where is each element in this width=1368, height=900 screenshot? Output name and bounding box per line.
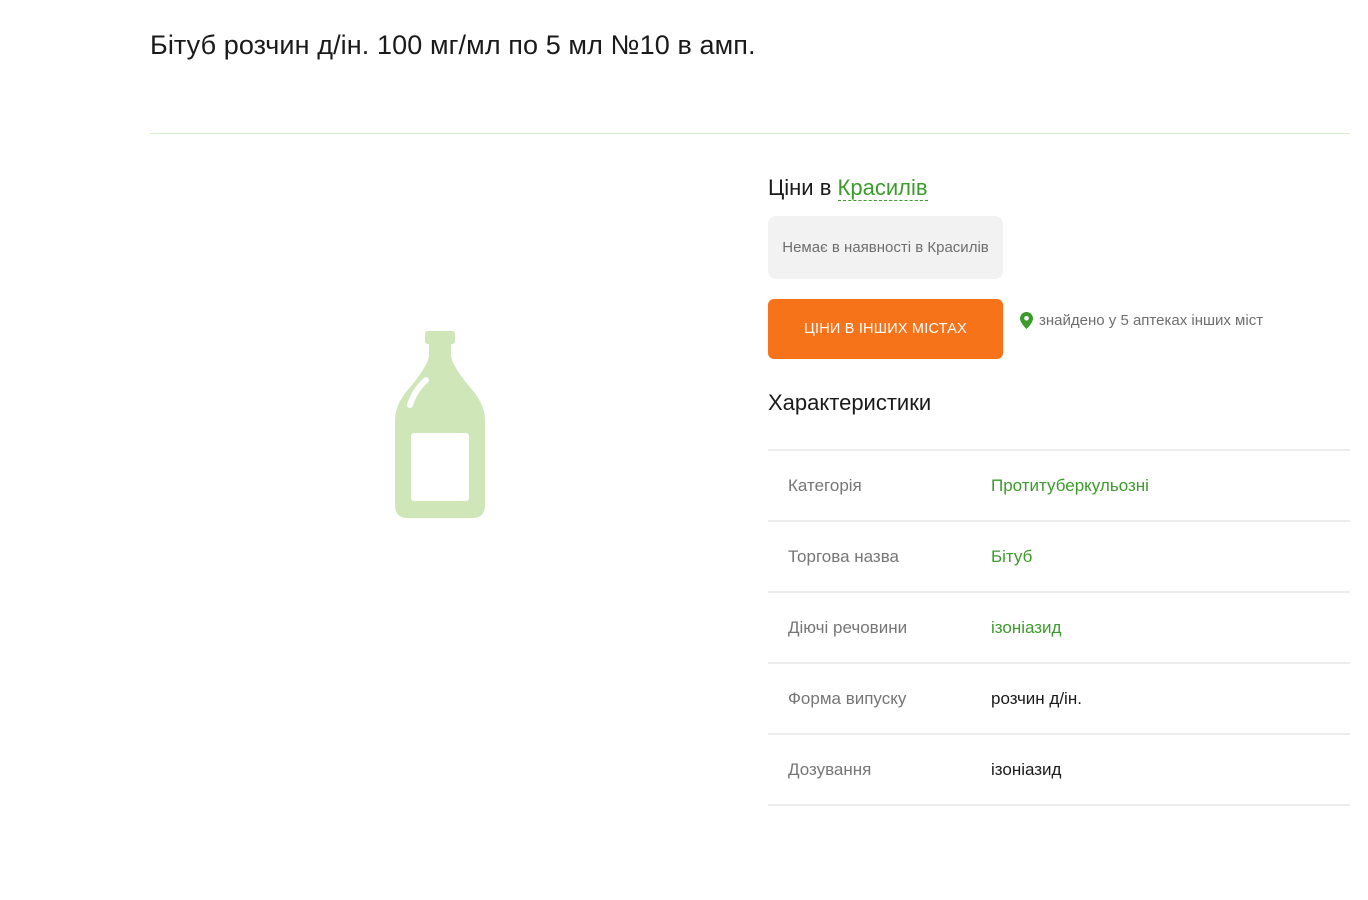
spec-label: Дозування — [788, 759, 872, 779]
spec-value-dosage: ізоніазид — [991, 759, 1062, 779]
prices-heading: Ціни в Красилів — [768, 175, 928, 201]
spec-label: Торгова назва — [788, 546, 900, 566]
spec-value-active-substance-link[interactable]: ізоніазид — [991, 618, 1061, 638]
spec-label: Категорія — [788, 475, 862, 495]
bottle-icon — [395, 331, 485, 518]
city-selector-link[interactable]: Красилів — [837, 175, 928, 201]
map-pin-icon — [1020, 312, 1033, 329]
specs-heading: Характеристики — [768, 390, 932, 415]
found-in-other-cities: знайдено у 5 аптеках інших міст — [1020, 312, 1263, 329]
other-cities-prices-button[interactable]: ЦІНИ В ІНШИХ МІСТАХ — [768, 299, 1003, 359]
prices-heading-label: Ціни в — [768, 175, 832, 200]
header-divider — [150, 133, 1350, 134]
found-text: знайдено у 5 аптеках інших міст — [1039, 312, 1264, 329]
availability-status: Немає в наявності в Красилів — [768, 216, 1003, 279]
spec-row-release-form: Форма випуску розчин д/ін. — [768, 664, 1350, 735]
spec-label: Форма випуску — [788, 688, 907, 708]
spec-label: Діючі речовини — [788, 617, 908, 637]
spec-row-trade-name: Торгова назва Бітуб — [768, 522, 1350, 593]
spec-value-category-link[interactable]: Протитуберкульозні — [991, 476, 1149, 496]
spec-value-release-form: розчин д/ін. — [991, 688, 1082, 708]
spec-row-category: Категорія Протитуберкульозні — [768, 451, 1350, 522]
spec-row-active-substances: Діючі речовини ізоніазид — [768, 593, 1350, 664]
spec-value-trade-name-link[interactable]: Бітуб — [991, 547, 1032, 567]
product-image — [380, 325, 500, 525]
spec-row-dosage: Дозування ізоніазид — [768, 735, 1350, 806]
product-title: Бітуб розчин д/ін. 100 мг/мл по 5 мл №10… — [150, 30, 756, 60]
specs-table: Категорія Протитуберкульозні Торгова наз… — [768, 449, 1350, 806]
